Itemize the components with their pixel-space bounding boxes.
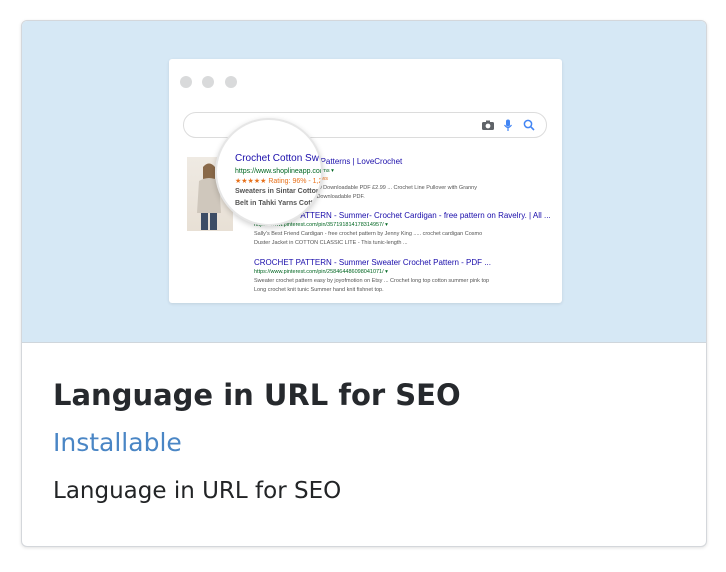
microphone-icon: [500, 117, 516, 133]
result-snippet: Sweater crochet pattern easy by joyofmot…: [254, 278, 490, 284]
magnified-result-url: https://www.shoplineapp.com › Patterns ▾: [235, 168, 323, 175]
browser-mockup: Crochet Cotton Sweater Patterns | LoveCr…: [169, 59, 562, 303]
camera-icon: [480, 117, 496, 133]
card-body: Language in URL for SEO Installable Lang…: [53, 374, 686, 508]
installable-link[interactable]: Installable: [53, 424, 182, 462]
card-title[interactable]: Language in URL for SEO: [53, 374, 686, 416]
result-snippet: Duster Jacket in COTTON CLASSIC LITE - T…: [254, 240, 408, 246]
magnified-result-snippet: Belt in Tahki Yarns Cotton Classic Downl…: [235, 200, 322, 207]
window-dot-icon: [180, 76, 192, 88]
magnified-result-title: Crochet Cotton Sweater Patterns | LoveCr…: [235, 153, 323, 164]
window-dot-icon: [202, 76, 214, 88]
search-icon: [521, 117, 537, 133]
card-illustration: Crochet Cotton Sweater Patterns | LoveCr…: [22, 21, 706, 343]
result-snippet: Sally's Best Friend Cardigan - free croc…: [254, 231, 483, 237]
card-description: Language in URL for SEO: [53, 478, 342, 504]
magnified-result-snippet: Sweaters in Sintar Cotton DK - 7070 Down…: [235, 188, 321, 195]
app-card[interactable]: Crochet Cotton Sweater Patterns | LoveCr…: [21, 20, 707, 547]
result-title: CROCHET PATTERN - Summer Sweater Crochet…: [254, 258, 491, 267]
magnifier-lens: Crochet Cotton Sweater Patterns | LoveCr…: [215, 118, 323, 226]
result-url: https://www.pinterest.com/pin/2584644860…: [254, 269, 388, 275]
window-dot-icon: [225, 76, 237, 88]
magnified-result-rating: ★★★★★ Rating: 96% - 1,203 reviews: [235, 178, 323, 185]
result-snippet: Long crochet knit tunic Summer hand knit…: [254, 287, 384, 293]
